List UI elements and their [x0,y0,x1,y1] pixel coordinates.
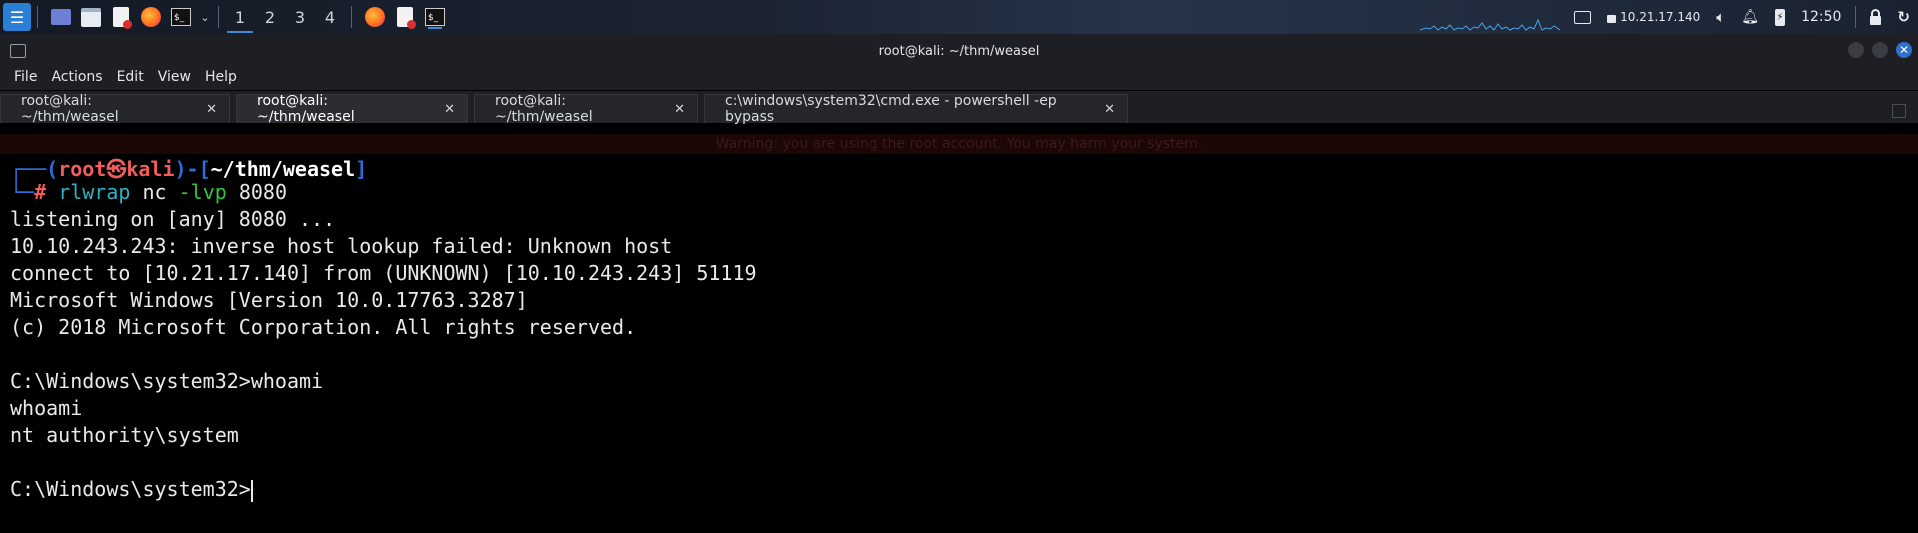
file-manager-icon[interactable] [78,4,104,30]
command-flag: -lvp [178,180,227,204]
menubar: File Actions Edit View Help [0,64,1918,90]
menu-actions[interactable]: Actions [51,69,102,85]
chevron-down-icon[interactable]: ⌄ [198,4,212,30]
output-line: C:\Windows\system32>whoami [10,369,324,393]
battery-icon[interactable]: ⚡ [1775,8,1786,26]
close-button[interactable]: ✕ [1896,42,1912,58]
terminal-icon[interactable]: $_ [168,4,194,30]
terminal-window-icon [10,44,26,58]
logout-icon[interactable]: ↻ [1897,8,1910,26]
taskbar-separator [351,6,352,28]
command-line: └─# rlwrap nc -lvp 8080 [10,180,287,204]
current-prompt: C:\Windows\system32> [10,477,251,501]
network-activity-graph [1420,18,1560,31]
system-tray: 10.21.17.140 🔈︎ 🔔︎ ⚡ 12:50 ↻ [1566,0,1918,34]
tab-1[interactable]: root@kali: ~/thm/weasel ✕ [0,93,230,125]
current-prompt-line[interactable]: C:\Windows\system32> [10,477,253,502]
output-line: nt authority\system [10,423,239,447]
workspace-2[interactable]: 2 [255,0,285,34]
prompt-mid: )-[ [174,157,211,181]
root-warning-banner: Warning: you are using the root account.… [0,134,1918,154]
taskbar: ☰ $_ ⌄ 1 2 3 4 $_ 10.21.17.140 🔈︎ 🔔︎ ⚡ 1… [0,0,1918,34]
minimize-button[interactable] [1848,42,1864,58]
kali-menu-icon[interactable]: ☰ [3,3,31,31]
tab-bar: root@kali: ~/thm/weasel ✕ root@kali: ~/t… [0,91,1918,125]
lock-screen-icon[interactable] [1870,8,1882,25]
vpn-lock-icon[interactable]: 10.21.17.140 [1607,10,1700,24]
terminal-window-icon[interactable]: $_ [422,4,448,30]
prompt-user: root㉿kali [58,157,175,181]
desktop-icon[interactable] [48,4,74,30]
window-title: root@kali: ~/thm/weasel [878,43,1040,59]
command-port: 8080 [226,180,287,204]
tab-label: root@kali: ~/thm/weasel [257,93,355,125]
menu-help[interactable]: Help [205,69,237,85]
menu-edit[interactable]: Edit [117,69,144,85]
window-titlebar[interactable]: root@kali: ~/thm/weasel ✕ [0,34,1918,68]
tab-label: root@kali: ~/thm/weasel [495,93,593,125]
tab-close-icon[interactable]: ✕ [444,102,455,117]
menu-view[interactable]: View [158,69,191,85]
workspace-3[interactable]: 3 [285,0,315,34]
output-line: (c) 2018 Microsoft Corporation. All righ… [10,315,637,339]
prompt-hash: # [34,180,47,204]
notification-bell-icon[interactable]: 🔔︎ [1741,9,1759,25]
clock[interactable]: 12:50 [1801,9,1841,25]
tab-2[interactable]: root@kali: ~/thm/weasel ✕ [236,93,468,125]
tray-separator [1855,6,1857,28]
menu-file[interactable]: File [14,69,37,85]
tab-close-icon[interactable]: ✕ [1104,102,1115,117]
text-cursor [250,479,253,502]
workspace-4[interactable]: 4 [315,0,345,34]
command-name: rlwrap [58,180,131,204]
output-line: listening on [any] 8080 ... [10,207,336,231]
command-args: nc [130,180,179,204]
tab-3[interactable]: root@kali: ~/thm/weasel ✕ [474,93,698,125]
display-icon[interactable] [1574,10,1592,24]
prompt-path: ~/thm/weasel [210,157,356,181]
prompt-close: ] [355,157,368,181]
tab-label: root@kali: ~/thm/weasel [21,93,119,125]
prompt-open: ┌──( [10,157,59,181]
output-line: Microsoft Windows [Version 10.0.17763.32… [10,288,528,312]
text-editor-window-icon[interactable] [392,4,418,30]
prompt-corner: └─ [10,180,35,204]
split-view-icon[interactable] [1892,104,1906,118]
taskbar-separator [218,6,219,28]
taskbar-separator [37,6,38,28]
output-line: connect to [10.21.17.140] from (UNKNOWN)… [10,261,757,285]
maximize-button[interactable] [1872,42,1888,58]
tab-4[interactable]: c:\windows\system32\cmd.exe - powershell… [704,93,1128,125]
tab-close-icon[interactable]: ✕ [206,102,217,117]
text-editor-icon[interactable] [108,4,134,30]
volume-icon[interactable]: 🔈︎ [1716,8,1725,26]
workspace-1[interactable]: 1 [225,0,255,34]
tab-close-icon[interactable]: ✕ [674,102,685,117]
ip-address: 10.21.17.140 [1620,10,1701,24]
window-controls: ✕ [1840,42,1912,58]
output-line: 10.10.243.243: inverse host lookup faile… [10,234,673,258]
firefox-window-icon[interactable] [362,4,388,30]
tab-label: c:\windows\system32\cmd.exe - powershell… [725,93,1057,125]
firefox-icon[interactable] [138,4,164,30]
prompt-line: ┌──(root㉿kali)-[~/thm/weasel] [10,153,367,182]
output-line: whoami [10,396,83,420]
